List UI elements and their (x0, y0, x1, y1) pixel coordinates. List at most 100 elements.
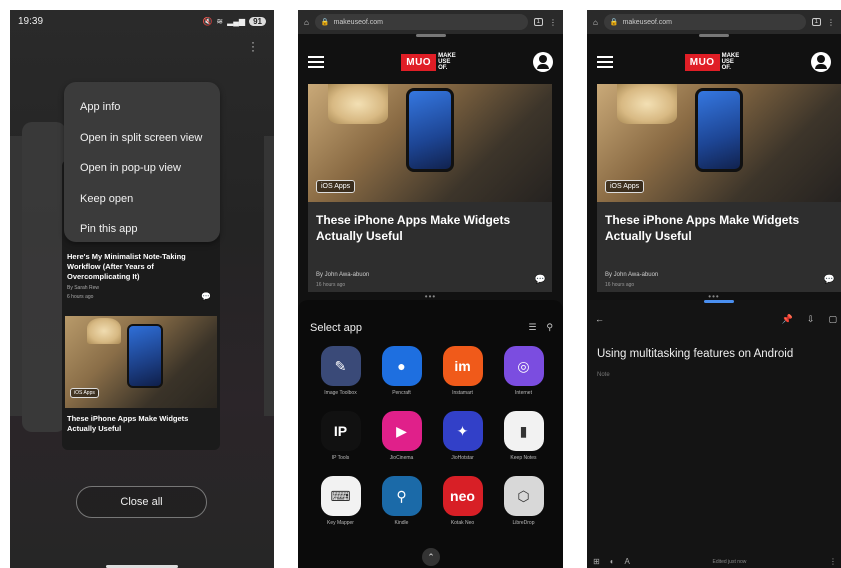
site-logo[interactable]: MUO MAKE USE OF. (684, 53, 739, 71)
pin-icon[interactable]: 📌 (782, 314, 793, 325)
app-label: Keep Notes (510, 455, 537, 461)
app-label: Pencraft (392, 390, 411, 396)
article-title[interactable]: These iPhone Apps Make Widgets Actually … (316, 212, 544, 244)
app-icon[interactable]: ✦ (442, 411, 483, 451)
status-bar: 19:39 🔇 ≋ ▂▄▆ 91 (10, 10, 274, 32)
comments-icon[interactable]: 💬 (824, 274, 835, 285)
home-icon[interactable]: ⌂ (304, 18, 309, 27)
article-hero-image[interactable]: iOS Apps (308, 84, 552, 202)
close-all-button[interactable]: Close all (76, 486, 207, 518)
app-icon[interactable]: ⬡ (503, 476, 544, 516)
menu-item-split-screen[interactable]: Open in split screen view (64, 123, 220, 154)
hamburger-menu-icon[interactable] (597, 56, 613, 68)
menu-item-keep-open[interactable]: Keep open (64, 184, 220, 215)
hamburger-menu-icon[interactable] (308, 56, 324, 68)
app-item[interactable]: im Instamart (432, 346, 493, 397)
app-item[interactable]: ⬡ LibreDrop (493, 476, 554, 527)
home-icon[interactable]: ⌂ (593, 18, 598, 27)
app-item[interactable]: ✎ Image Toolbox (310, 346, 371, 397)
browser-menu-icon[interactable]: ⋮ (827, 18, 835, 27)
site-logo[interactable]: MUO MAKE USE OF. (401, 53, 456, 71)
app-icon[interactable]: im (442, 346, 483, 386)
app-item[interactable]: ◎ Internet (493, 346, 554, 397)
app-icon[interactable]: IP (320, 411, 361, 451)
select-app-title: Select app (310, 322, 362, 334)
menu-item-pop-up-view[interactable]: Open in pop-up view (64, 153, 220, 184)
account-icon[interactable] (810, 52, 831, 72)
browser-menu-icon[interactable]: ⋮ (549, 18, 557, 27)
app-icon[interactable]: neo (442, 476, 483, 516)
article-card[interactable]: These iPhone Apps Make Widgets Actually … (597, 202, 841, 292)
article-time: 16 hours ago (316, 282, 346, 288)
app-item[interactable]: IP IP Tools (310, 411, 371, 462)
browser-toolbar: ⌂ 🔒 makeuseof.com 1 ⋮ (298, 10, 563, 34)
app-label: Key Mapper (327, 520, 354, 526)
article-time: 16 hours ago (605, 282, 635, 288)
article-hero-image[interactable]: iOS Apps (597, 84, 841, 202)
overflow-menu-icon[interactable]: ⋮ (829, 557, 837, 566)
logo-mark: MUO (401, 53, 437, 71)
menu-item-pin-app[interactable]: Pin this app (64, 214, 220, 245)
app-item[interactable]: ▮ Keep Notes (493, 411, 554, 462)
list-view-icon[interactable]: ☰ (528, 322, 536, 333)
lamp-shape (87, 318, 121, 344)
app-icon[interactable]: ▶ (381, 411, 422, 451)
select-app-actions: ☰ ⚲ (528, 322, 553, 333)
add-box-icon[interactable]: ⊞ (593, 557, 600, 566)
adjacent-app-card-right[interactable] (264, 136, 274, 416)
app-item[interactable]: ● Pencraft (371, 346, 432, 397)
account-icon[interactable] (532, 52, 553, 72)
tab-switcher-button[interactable]: 1 (533, 18, 543, 26)
notes-toolbar: ← 📌 ⇩ ▢ (595, 314, 837, 325)
address-bar[interactable]: 🔒 makeuseof.com (603, 14, 806, 30)
adjacent-app-card-left[interactable] (10, 136, 22, 416)
app-item[interactable]: ⚲ Kindle (371, 476, 432, 527)
palette-icon[interactable]: ◐ (610, 557, 615, 566)
more-options-icon[interactable]: · · · (250, 36, 256, 56)
more-icon[interactable]: ▢ (828, 314, 837, 325)
app-icon[interactable]: ✎ (320, 346, 361, 386)
app-item[interactable]: ⌨ Key Mapper (310, 476, 371, 527)
split-screen-browser-notes: ⌂ 🔒 makeuseof.com 1 ⋮ MUO MAKE USE OF. i… (587, 10, 841, 568)
split-handle[interactable] (699, 34, 729, 37)
app-item[interactable]: neo Kotak Neo (432, 476, 493, 527)
browser-toolbar: ⌂ 🔒 makeuseof.com 1 ⋮ (587, 10, 841, 34)
app-icon[interactable]: ◎ (503, 346, 544, 386)
comments-icon[interactable]: 💬 (535, 274, 546, 285)
app-label: Image Toolbox (324, 390, 357, 396)
article-preview[interactable]: Here's My Minimalist Note-Taking Workflo… (67, 252, 215, 301)
split-handle[interactable] (415, 34, 446, 37)
iphone-shape (695, 88, 743, 172)
app-icon[interactable]: ● (381, 346, 422, 386)
search-icon[interactable]: ⚲ (546, 322, 553, 333)
article-card[interactable]: These iPhone Apps Make Widgets Actually … (308, 202, 552, 292)
url-text: makeuseof.com (622, 18, 672, 26)
window-handle[interactable] (704, 300, 734, 303)
signal-icon: ▂▄▆ (227, 16, 246, 26)
site-header: MUO MAKE USE OF. (587, 40, 841, 84)
tab-switcher-button[interactable]: 1 (811, 18, 821, 26)
site-header: MUO MAKE USE OF. (298, 40, 563, 84)
back-arrow-icon[interactable]: ← (595, 314, 604, 325)
app-icon[interactable]: ⚲ (381, 476, 422, 516)
edited-status: Edited just now (712, 558, 747, 565)
app-icon[interactable]: ▮ (503, 411, 544, 451)
category-tag[interactable]: iOS Apps (605, 180, 645, 193)
app-icon[interactable]: ⌨ (320, 476, 361, 516)
app-item[interactable]: ▶ JioCinema (371, 411, 432, 462)
category-tag[interactable]: iOS Apps (316, 180, 356, 193)
menu-item-app-info[interactable]: App info (64, 92, 220, 123)
battery-badge: 91 (249, 16, 266, 26)
note-title[interactable]: Using multitasking features on Android (597, 348, 793, 360)
archive-icon[interactable]: ⇩ (807, 314, 815, 325)
note-body-placeholder[interactable]: Note (597, 372, 610, 378)
chevron-up-icon[interactable]: ⌃ (422, 548, 440, 566)
address-bar[interactable]: 🔒 makeuseof.com (314, 14, 528, 30)
lamp-shape (328, 84, 388, 124)
article-title[interactable]: These iPhone Apps Make Widgets Actually … (605, 212, 833, 244)
article-title: Here's My Minimalist Note-Taking Workflo… (67, 252, 186, 281)
article-time: 6 hours ago (67, 294, 94, 300)
text-format-icon[interactable]: A (625, 557, 630, 566)
app-item[interactable]: ✦ JioHotstar (432, 411, 493, 462)
recent-app-card-behind[interactable] (22, 122, 66, 432)
